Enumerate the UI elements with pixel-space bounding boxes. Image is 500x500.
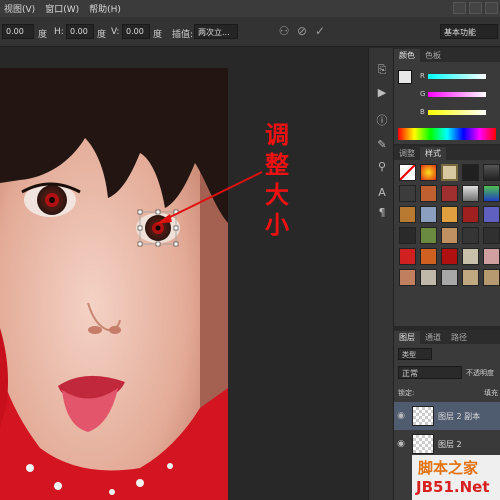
style-swatch[interactable] <box>483 206 500 223</box>
style-swatch[interactable] <box>483 185 500 202</box>
visibility-eye-icon[interactable]: ◉ <box>394 439 408 449</box>
green-slider[interactable] <box>428 92 486 97</box>
options-bar: 0.00 度 H: 0.00 度 V: 0.00 度 插值: 两次立... ⚇ … <box>0 17 500 47</box>
history-icon[interactable]: ⎘ <box>374 62 390 78</box>
style-swatch[interactable] <box>462 206 479 223</box>
style-swatch[interactable] <box>420 206 437 223</box>
x-field[interactable]: 0.00 <box>2 24 34 39</box>
layer-kind-filter[interactable]: 类型 <box>398 348 432 360</box>
h-field[interactable]: 0.00 <box>66 24 94 39</box>
layer-thumbnail <box>412 406 434 426</box>
style-swatch[interactable] <box>483 164 500 181</box>
actions-icon[interactable]: ▶ <box>374 84 390 100</box>
workspace-select[interactable]: 基本功能 <box>440 24 498 39</box>
foreground-color-swatch[interactable] <box>398 70 412 84</box>
watermark-bottom-text: JB51.Net <box>416 478 490 496</box>
style-swatch[interactable] <box>441 269 458 286</box>
h-unit: 度 <box>97 30 107 40</box>
lock-label: 锁定: <box>398 389 415 397</box>
tab-channels[interactable]: 通道 <box>420 331 446 344</box>
v-field[interactable]: 0.00 <box>122 24 150 39</box>
tab-paths[interactable]: 路径 <box>446 331 472 344</box>
annotation-arrow <box>156 171 263 224</box>
tab-adjustments[interactable]: 调整 <box>394 147 420 160</box>
color-panel: 颜色 色板 R G B <box>394 48 500 144</box>
blend-mode-select[interactable]: 正常 <box>398 366 462 379</box>
layer-thumbnail <box>412 434 434 454</box>
minimize-button[interactable] <box>453 2 466 14</box>
warp-toggle-icon[interactable]: ⚇ <box>276 23 292 39</box>
styles-grid <box>394 160 500 290</box>
style-swatch[interactable] <box>483 269 500 286</box>
maximize-button[interactable] <box>469 2 482 14</box>
channel-label-b: B <box>420 108 425 116</box>
interpolation-label: 插值: <box>172 30 194 40</box>
close-button[interactable] <box>485 2 498 14</box>
style-swatch[interactable] <box>441 185 458 202</box>
paragraph-icon[interactable]: ¶ <box>374 204 390 220</box>
x-unit: 度 <box>38 30 48 40</box>
brush-preset-icon[interactable]: ✎ <box>374 136 390 152</box>
styles-panel: 调整 样式 <box>394 146 500 326</box>
red-slider[interactable] <box>428 74 486 79</box>
style-swatch[interactable] <box>399 269 416 286</box>
style-swatch[interactable] <box>420 269 437 286</box>
layer-row[interactable]: ◉ 图层 2 <box>394 430 500 458</box>
interpolation-select[interactable]: 两次立... <box>194 24 238 39</box>
tab-styles[interactable]: 样式 <box>420 147 446 160</box>
layer-row[interactable]: ◉ 图层 2 副本 <box>394 402 500 430</box>
v-label: V: <box>111 27 120 37</box>
style-swatch[interactable] <box>462 269 479 286</box>
color-spectrum[interactable] <box>398 128 496 140</box>
panel-toolstrip: ⎘ ▶ ⓘ ✎ ⚲ A ¶ <box>368 48 394 500</box>
menu-bar: 视图(V) 窗口(W) 帮助(H) <box>0 0 500 17</box>
style-swatch[interactable] <box>399 185 416 202</box>
clone-source-icon[interactable]: ⚲ <box>374 158 390 174</box>
v-unit: 度 <box>153 30 163 40</box>
style-swatch[interactable] <box>420 248 437 265</box>
fill-label: 填充 <box>484 389 498 397</box>
style-swatch[interactable] <box>420 164 437 181</box>
style-swatch[interactable] <box>399 206 416 223</box>
girl-photo <box>0 68 228 500</box>
document-canvas[interactable] <box>0 68 228 500</box>
style-swatch[interactable] <box>441 227 458 244</box>
style-swatch[interactable] <box>483 227 500 244</box>
style-swatch[interactable] <box>441 206 458 223</box>
style-swatch[interactable] <box>441 248 458 265</box>
watermark-logo: 脚本之家 JB51.Net <box>412 455 500 500</box>
menu-help[interactable]: 帮助(H) <box>89 2 121 15</box>
visibility-eye-icon[interactable]: ◉ <box>394 411 408 421</box>
style-swatch[interactable] <box>399 164 416 181</box>
style-swatch[interactable] <box>462 227 479 244</box>
commit-transform-icon[interactable]: ✓ <box>312 23 328 39</box>
style-swatch[interactable] <box>441 164 458 181</box>
cancel-transform-icon[interactable]: ⊘ <box>294 23 310 39</box>
channel-label-g: G <box>420 90 426 98</box>
channel-label-r: R <box>420 72 425 80</box>
info-icon[interactable]: ⓘ <box>374 112 390 128</box>
style-swatch[interactable] <box>399 227 416 244</box>
tab-layers[interactable]: 图层 <box>394 331 420 344</box>
menu-view[interactable]: 视图(V) <box>4 2 35 15</box>
layer-name: 图层 2 <box>438 439 462 449</box>
style-swatch[interactable] <box>483 248 500 265</box>
style-swatch[interactable] <box>462 164 479 181</box>
annotation-char: 调 <box>265 121 289 149</box>
style-swatch[interactable] <box>462 248 479 265</box>
tab-color[interactable]: 颜色 <box>394 49 420 62</box>
layer-name: 图层 2 副本 <box>438 411 481 421</box>
tab-swatches[interactable]: 色板 <box>420 49 446 62</box>
style-swatch[interactable] <box>420 227 437 244</box>
menu-window[interactable]: 窗口(W) <box>45 2 79 15</box>
style-swatch[interactable] <box>420 185 437 202</box>
opacity-label: 不透明度 <box>466 369 494 377</box>
character-icon[interactable]: A <box>374 184 390 200</box>
watermark-top-text: 脚本之家 <box>418 459 479 477</box>
style-swatch[interactable] <box>399 248 416 265</box>
blue-slider[interactable] <box>428 110 486 115</box>
style-swatch[interactable] <box>462 185 479 202</box>
h-label: H: <box>54 27 64 37</box>
